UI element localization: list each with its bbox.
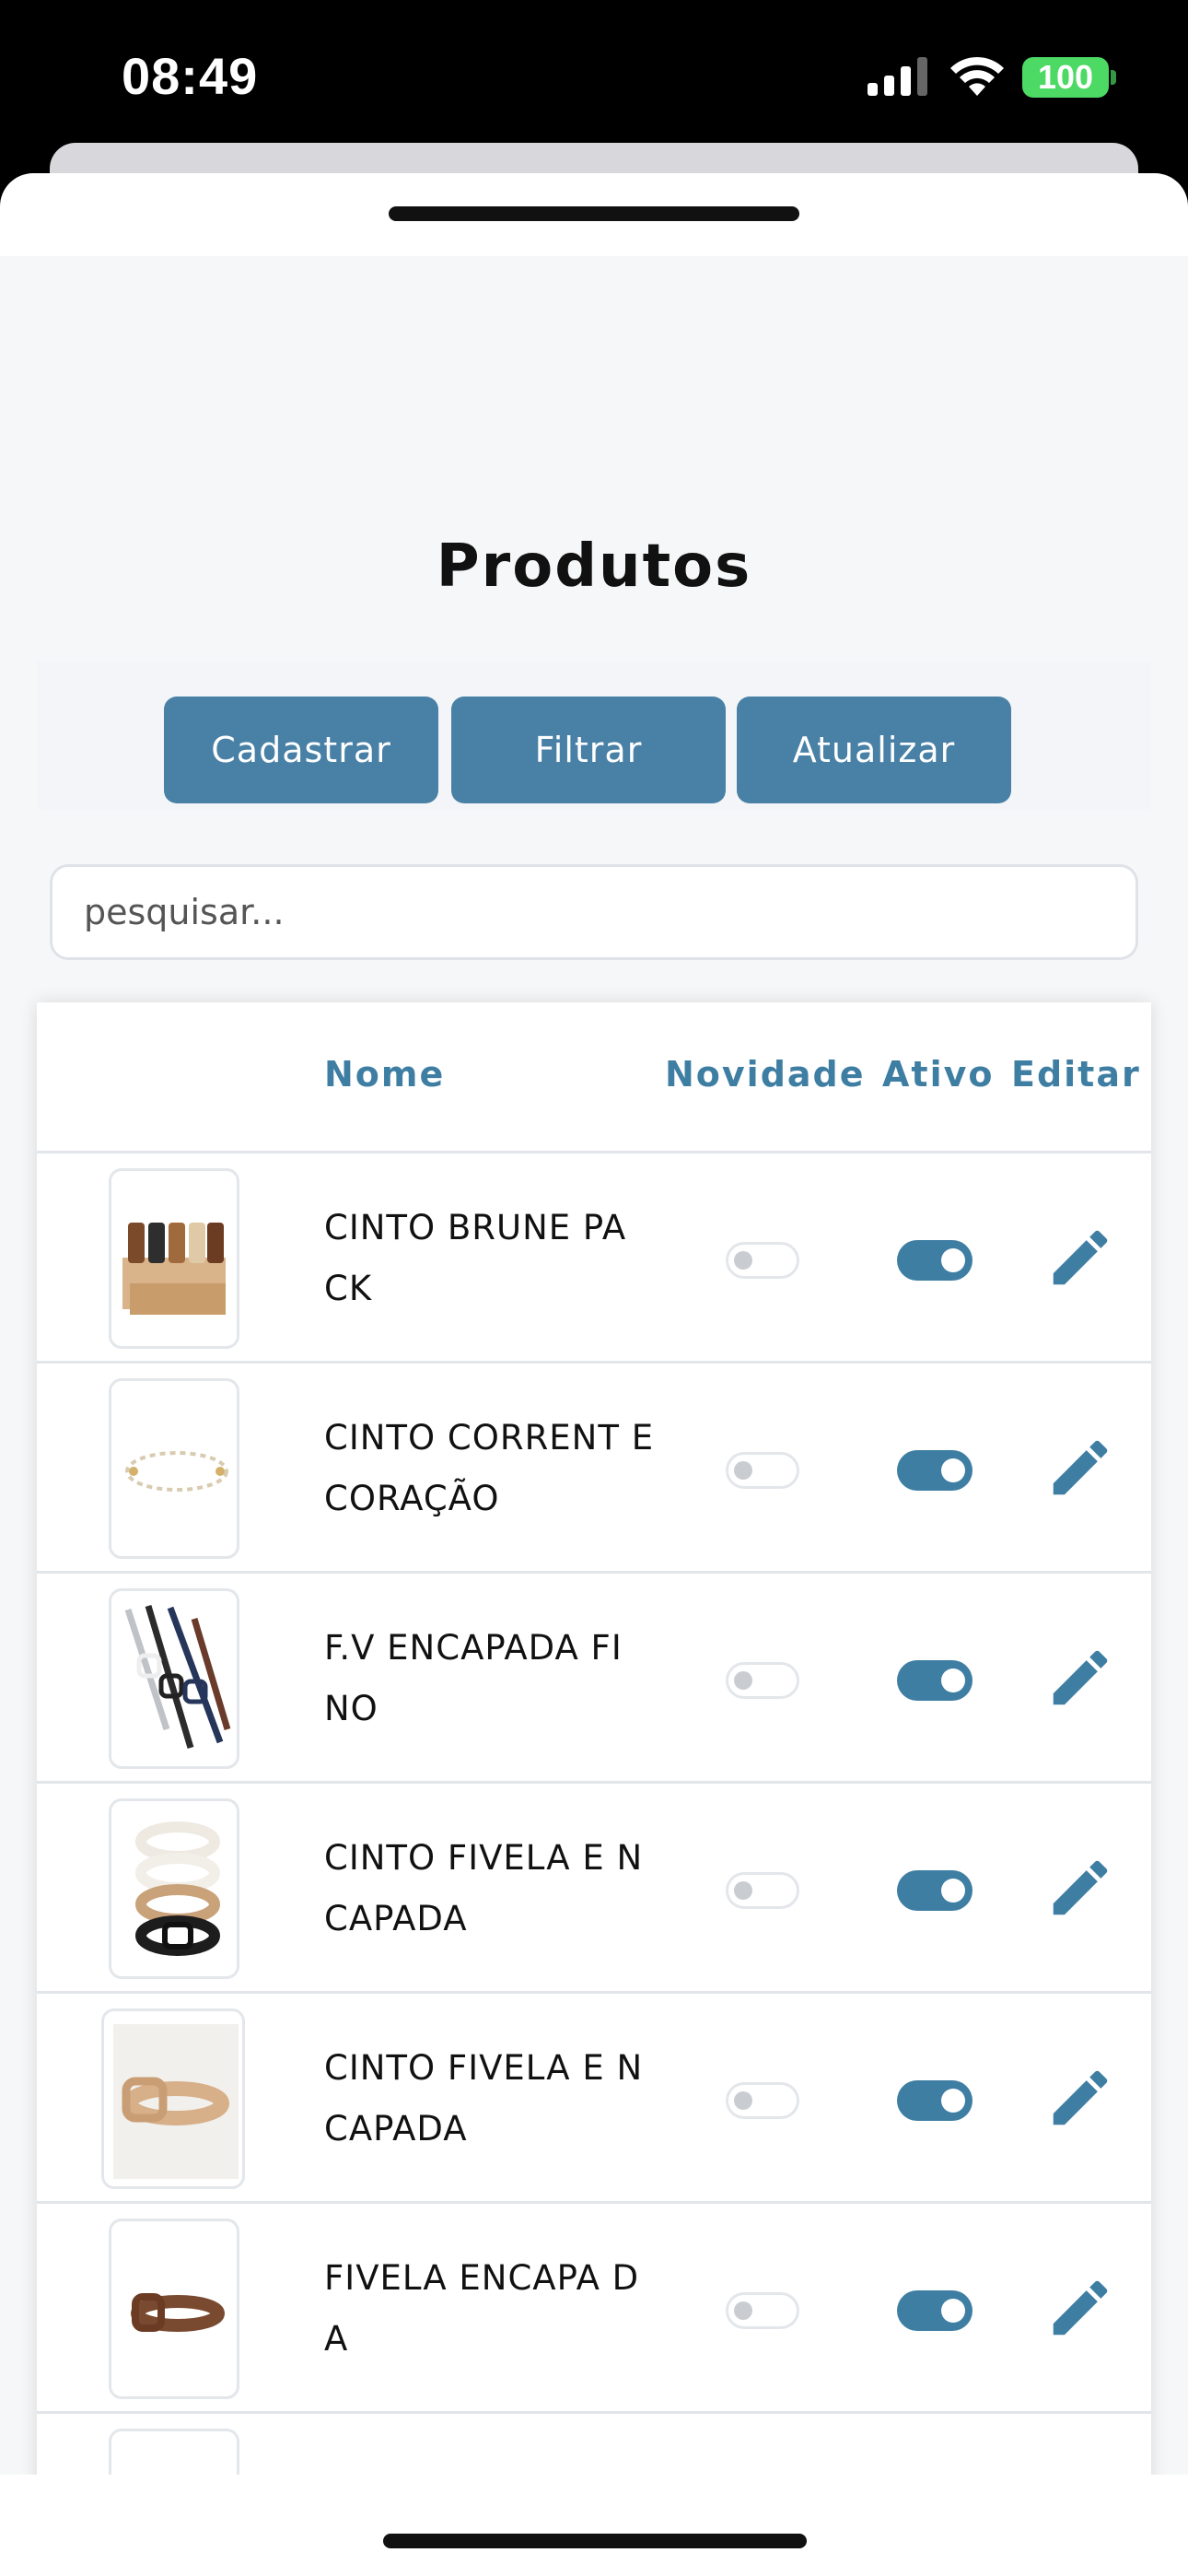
header-editar: Editar xyxy=(1011,1054,1141,1095)
table-header: Nome Novidade Ativo Editar xyxy=(37,1002,1151,1153)
pencil-icon[interactable] xyxy=(1044,1642,1116,1714)
novidade-toggle[interactable] xyxy=(726,1662,799,1699)
cadastrar-button[interactable]: Cadastrar xyxy=(164,697,438,803)
novidade-toggle[interactable] xyxy=(726,1242,799,1279)
signal-icon xyxy=(868,57,927,96)
pencil-icon[interactable] xyxy=(1044,1852,1116,1924)
ativo-toggle[interactable] xyxy=(897,1660,973,1701)
header-nome: Nome xyxy=(324,1054,446,1095)
product-name: CINTO FIVELA E NCAPADA xyxy=(324,2048,644,2149)
novidade-toggle[interactable] xyxy=(726,1452,799,1489)
bottom-safe-area xyxy=(0,2475,1188,2576)
header-ativo: Ativo xyxy=(882,1054,995,1095)
page-title: Produtos xyxy=(436,533,752,601)
products-table: Nome Novidade Ativo Editar CINTO BRUNE P… xyxy=(37,1002,1151,2475)
search-input[interactable]: pesquisar... xyxy=(50,864,1138,960)
table-row: CINTO FIVELA E NCAPADA xyxy=(37,1784,1151,1994)
wifi-icon xyxy=(950,56,1004,96)
sheet-grabber[interactable] xyxy=(389,206,799,221)
products-screen: Produtos Cadastrar Filtrar Atualizar pes… xyxy=(0,256,1188,2475)
novidade-toggle[interactable] xyxy=(726,1872,799,1909)
ativo-toggle[interactable] xyxy=(897,1450,973,1491)
ativo-toggle[interactable] xyxy=(897,1870,973,1911)
status-time: 08:49 xyxy=(122,47,259,105)
table-row: CINTO CORRENT E CORAÇÃO xyxy=(37,1364,1151,1574)
table-row xyxy=(37,2414,1151,2475)
header-novidade: Novidade xyxy=(665,1054,866,1095)
table-row: CINTO FIVELA E NCAPADA xyxy=(37,1994,1151,2204)
filtrar-button[interactable]: Filtrar xyxy=(451,697,726,803)
battery-icon: 100 xyxy=(1022,57,1109,98)
battery-tip xyxy=(1111,70,1116,85)
modal-sheet: Produtos Cadastrar Filtrar Atualizar pes… xyxy=(0,173,1188,2576)
ativo-toggle[interactable] xyxy=(897,2080,973,2121)
ativo-toggle[interactable] xyxy=(897,1240,973,1281)
table-row: FIVELA ENCAPA DA xyxy=(37,2204,1151,2414)
belt-pack-image[interactable] xyxy=(109,1168,239,1349)
status-bar: 08:49 100 xyxy=(0,0,1188,157)
product-name: CINTO BRUNE PA CK xyxy=(324,1208,627,1308)
novidade-toggle[interactable] xyxy=(726,2292,799,2329)
chain-belt-image[interactable] xyxy=(109,1378,239,1559)
table-row: CINTO BRUNE PA CK xyxy=(37,1153,1151,1364)
product-name: F.V ENCAPADA FI NO xyxy=(324,1628,623,1728)
thin-buckle-belts-image[interactable] xyxy=(109,1588,239,1769)
pencil-icon[interactable] xyxy=(1044,1432,1116,1504)
product-name: CINTO FIVELA E NCAPADA xyxy=(324,1838,644,1938)
atualizar-button[interactable]: Atualizar xyxy=(737,697,1011,803)
pencil-icon[interactable] xyxy=(1044,2062,1116,2134)
pencil-icon[interactable] xyxy=(1044,1222,1116,1294)
product-image[interactable] xyxy=(109,2429,239,2475)
ativo-toggle[interactable] xyxy=(897,2290,973,2331)
brown-buckle-belt-image[interactable] xyxy=(109,2219,239,2399)
table-row: F.V ENCAPADA FI NO xyxy=(37,1574,1151,1784)
stacked-buckle-belts-image[interactable] xyxy=(109,1798,239,1979)
home-indicator[interactable] xyxy=(383,2534,807,2548)
product-name: CINTO CORRENT E CORAÇÃO xyxy=(324,1418,655,1518)
product-name: FIVELA ENCAPA DA xyxy=(324,2258,640,2359)
pencil-icon[interactable] xyxy=(1044,2272,1116,2344)
novidade-toggle[interactable] xyxy=(726,2082,799,2119)
tan-buckle-belt-image[interactable] xyxy=(101,2008,245,2189)
